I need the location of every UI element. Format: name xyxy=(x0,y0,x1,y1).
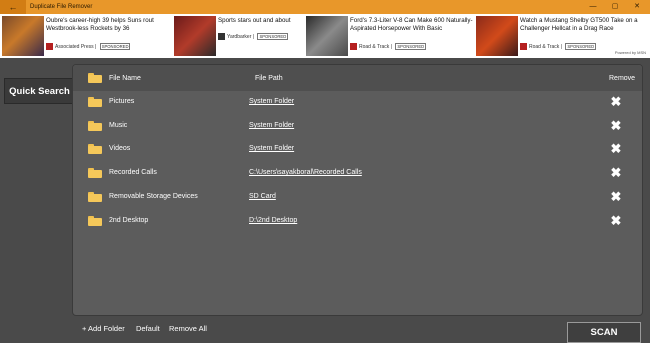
sponsored-badge: SPONSORED xyxy=(99,43,131,50)
file-path-link[interactable]: System Folder xyxy=(249,122,294,129)
folder-list-panel: File Name File Path Remove Pictures Syst… xyxy=(72,64,643,316)
ad-item[interactable]: Ford's 7.3-Liter V-8 Can Make 600 Natura… xyxy=(306,16,476,56)
ad-strip: Oubre's career-high 39 helps Suns rout W… xyxy=(0,14,650,58)
add-folder-button[interactable]: + Add Folder xyxy=(82,324,125,333)
ad-image xyxy=(174,16,216,56)
file-name: Removable Storage Devices xyxy=(109,193,198,200)
file-name: Videos xyxy=(109,145,131,152)
table-header: File Name File Path Remove xyxy=(73,65,642,91)
remove-icon[interactable]: ✖ xyxy=(609,95,623,109)
ad-headline: Ford's 7.3-Liter V-8 Can Make 600 Natura… xyxy=(350,17,473,32)
ad-headline: Oubre's career-high 39 helps Suns rout W… xyxy=(46,17,154,32)
column-header-file-path: File Path xyxy=(255,75,283,82)
source-logo-icon xyxy=(350,43,357,51)
remove-icon[interactable]: ✖ xyxy=(609,142,623,156)
column-header-file-name: File Name xyxy=(109,75,141,82)
powered-by-label: Powered by MSN xyxy=(614,50,646,55)
folder-icon xyxy=(88,168,102,178)
remove-icon[interactable]: ✖ xyxy=(609,214,623,228)
ad-source: Yardbarker | SPONSORED xyxy=(218,33,289,41)
ad-headline: Sports stars out and about xyxy=(218,17,291,24)
back-button[interactable]: ← xyxy=(0,0,26,14)
file-path-link[interactable]: System Folder xyxy=(249,98,294,105)
folder-icon xyxy=(88,121,102,131)
table-row: Recorded Calls C:\Users\sayakboral\Recor… xyxy=(73,164,642,184)
file-name: Recorded Calls xyxy=(109,169,157,176)
tab-quick-search[interactable]: Quick Search xyxy=(4,78,74,104)
remove-icon[interactable]: ✖ xyxy=(609,166,623,180)
window-title: Duplicate File Remover xyxy=(30,4,93,10)
ad-source: Associated Press | SPONSORED xyxy=(46,43,131,51)
file-name: Pictures xyxy=(109,98,135,105)
folder-icon xyxy=(88,216,102,226)
source-logo-icon xyxy=(46,43,53,51)
tab-quick-search-label: Quick Search xyxy=(9,86,70,97)
file-name: 2nd Desktop xyxy=(109,217,149,224)
sponsored-badge: SPONSORED xyxy=(257,33,289,40)
ad-source: Road & Track | SPONSORED xyxy=(520,43,597,51)
sponsored-badge: SPONSORED xyxy=(565,43,597,50)
ad-image xyxy=(476,16,518,56)
remove-icon[interactable]: ✖ xyxy=(609,190,623,204)
ad-item[interactable]: Sports stars out and about Yardbarker | … xyxy=(174,16,304,56)
title-bar: ← Duplicate File Remover — ▢ ✕ xyxy=(0,0,650,14)
close-button[interactable]: ✕ xyxy=(626,0,648,14)
file-path-link[interactable]: D:\2nd Desktop xyxy=(249,217,297,224)
column-header-remove: Remove xyxy=(609,75,636,82)
minimize-button[interactable]: — xyxy=(582,0,604,14)
remove-all-button[interactable]: Remove All xyxy=(169,324,207,333)
table-row: Videos System Folder ✖ xyxy=(73,140,642,160)
table-row: Removable Storage Devices SD Card ✖ xyxy=(73,188,642,208)
ad-headline: Watch a Mustang Shelby GT500 Take on a C… xyxy=(520,17,638,32)
ad-image xyxy=(306,16,348,56)
table-row: Pictures System Folder ✖ xyxy=(73,93,642,113)
scan-button[interactable]: SCAN xyxy=(567,322,641,343)
folder-icon xyxy=(88,192,102,202)
sponsored-badge: SPONSORED xyxy=(395,43,427,50)
file-name: Music xyxy=(109,122,128,129)
folder-icon xyxy=(88,73,102,83)
table-row: Music System Folder ✖ xyxy=(73,117,642,137)
source-logo-icon xyxy=(218,33,225,41)
folder-icon xyxy=(88,97,102,107)
folder-icon xyxy=(88,144,102,154)
ad-item[interactable]: Oubre's career-high 39 helps Suns rout W… xyxy=(2,16,162,56)
source-logo-icon xyxy=(520,43,527,51)
file-path-link[interactable]: System Folder xyxy=(249,145,294,152)
ad-image xyxy=(2,16,44,56)
remove-icon[interactable]: ✖ xyxy=(609,119,623,133)
table-row: 2nd Desktop D:\2nd Desktop ✖ xyxy=(73,212,642,232)
default-button[interactable]: Default xyxy=(136,324,160,333)
maximize-button[interactable]: ▢ xyxy=(604,0,626,14)
file-path-link[interactable]: SD Card xyxy=(249,193,276,200)
ad-source: Road & Track | SPONSORED xyxy=(350,43,427,51)
file-path-link[interactable]: C:\Users\sayakboral\Recorded Calls xyxy=(249,169,362,176)
